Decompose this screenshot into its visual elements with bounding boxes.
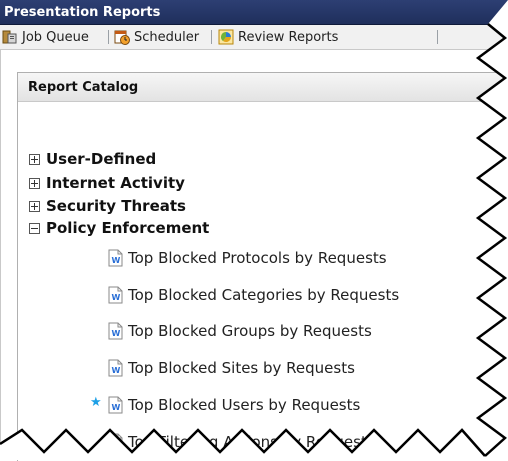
presentation-reports-window: Presentation Reports Job Queue Scheduler… xyxy=(0,0,508,461)
torn-edge-overlay xyxy=(0,0,508,460)
